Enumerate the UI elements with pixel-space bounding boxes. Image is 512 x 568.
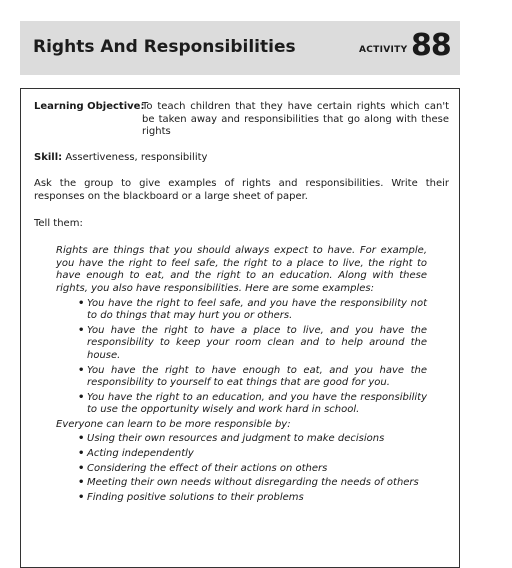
bullet-icon: •	[78, 448, 85, 460]
responsibility-list: • Using their own resources and judgment…	[78, 433, 427, 504]
skill-line: Skill: Assertiveness, responsibility	[34, 152, 449, 165]
list-item-text: You have the right to an education, and …	[87, 391, 427, 416]
list-item-text: Finding positive solutions to their prob…	[87, 491, 304, 503]
activity-header: Rights And Responsibilities ACTIVITY 88	[20, 21, 460, 75]
bullet-icon: •	[78, 462, 85, 474]
activity-content-box: Learning Objective: To teach children th…	[20, 88, 460, 568]
list-item: • Acting independently	[78, 448, 427, 461]
rights-intro-paragraph: Rights are things that you should always…	[56, 245, 427, 294]
skill-label: Skill:	[34, 151, 63, 163]
bullet-icon: •	[78, 324, 85, 336]
list-item: • Considering the effect of their action…	[78, 463, 427, 476]
list-item-text: Acting independently	[87, 448, 194, 460]
list-item: • Meeting their own needs without disreg…	[78, 477, 427, 490]
list-item: • You have the right to an education, an…	[78, 392, 427, 417]
activity-number: 88	[411, 28, 452, 63]
list-item-text: You have the right to feel safe, and you…	[87, 297, 427, 322]
bullet-icon: •	[78, 477, 85, 489]
skill-text: Assertiveness, responsibility	[62, 151, 208, 163]
learning-objective: Learning Objective: To teach children th…	[34, 101, 449, 139]
bullet-icon: •	[78, 491, 85, 503]
activity-label: ACTIVITY	[359, 45, 408, 55]
responsibility-intro: Everyone can learn to be more responsibl…	[56, 418, 291, 430]
list-item-text: You have the right to have enough to eat…	[87, 364, 427, 389]
list-item-text: Using their own resources and judgment t…	[87, 433, 385, 445]
script-block: Rights are things that you should always…	[56, 245, 427, 504]
list-item: • Finding positive solutions to their pr…	[78, 492, 427, 505]
bullet-icon: •	[78, 364, 85, 376]
instructions-paragraph: Ask the group to give examples of rights…	[34, 178, 449, 202]
list-item: • You have the right to have a place to …	[78, 325, 427, 363]
list-item: • Using their own resources and judgment…	[78, 433, 427, 446]
learning-objective-text: To teach children that they have certain…	[142, 101, 449, 138]
list-item-text: Meeting their own needs without disregar…	[87, 477, 419, 489]
learning-objective-label: Learning Objective:	[34, 101, 145, 112]
list-item-text: Considering the effect of their actions …	[87, 462, 328, 474]
rights-list: • You have the right to feel safe, and y…	[78, 298, 427, 417]
activity-content: Learning Objective: To teach children th…	[34, 101, 449, 506]
list-item: • You have the right to feel safe, and y…	[78, 298, 427, 323]
tell-them-line: Tell them:	[34, 217, 83, 229]
list-item-text: You have the right to have a place to li…	[87, 324, 427, 361]
bullet-icon: •	[78, 297, 85, 309]
bullet-icon: •	[78, 433, 85, 445]
page-title: Rights And Responsibilities	[33, 37, 296, 57]
bullet-icon: •	[78, 391, 85, 403]
list-item: • You have the right to have enough to e…	[78, 365, 427, 390]
